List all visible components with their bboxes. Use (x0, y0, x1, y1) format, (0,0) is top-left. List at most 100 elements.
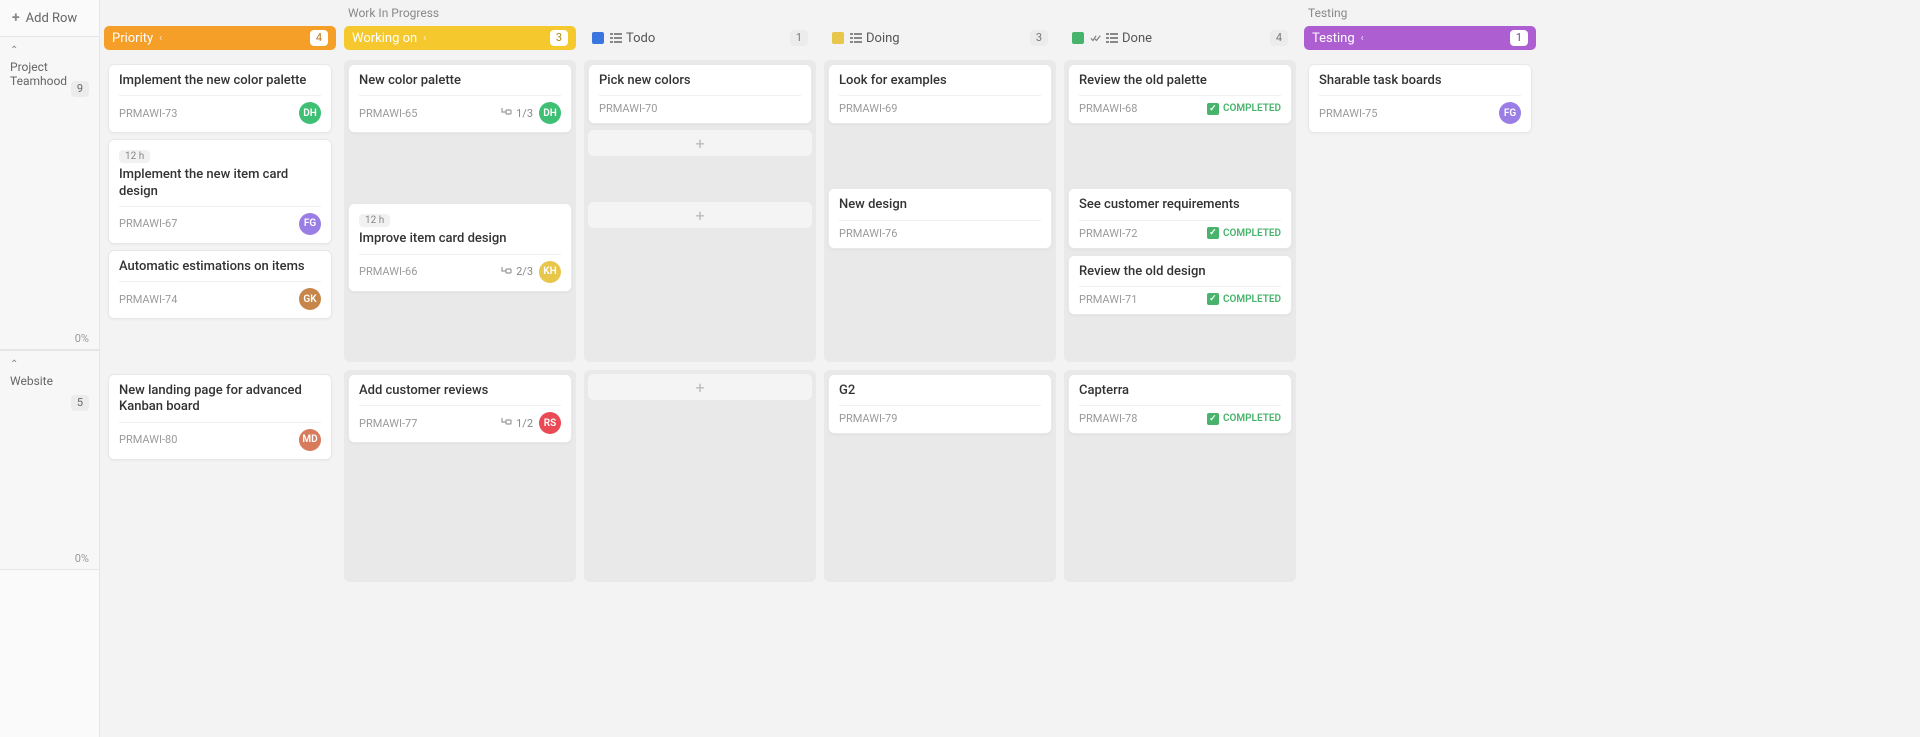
column-header-doing[interactable]: Doing 3 (824, 26, 1056, 50)
swimlane-cell[interactable]: + (580, 366, 820, 586)
list-icon (850, 32, 862, 44)
kanban-board: + Add Row ⌃ Project Teamhood 9 0% ⌃ Webs… (0, 0, 1920, 737)
card-title: New color palette (359, 73, 561, 89)
assignee-avatar[interactable]: FG (1499, 102, 1521, 124)
assignee-avatar[interactable]: GK (299, 288, 321, 310)
assignee-avatar[interactable]: DH (539, 102, 561, 124)
card-id: PRMAWI-66 (359, 265, 417, 278)
column-count: 1 (790, 30, 808, 46)
task-card[interactable]: 12 h Implement the new item card design PR… (108, 139, 332, 244)
column-working-on: Working on ‹ 3 New color palette PRMAWI-6… (340, 26, 580, 586)
card-title: Implement the new color palette (119, 73, 321, 89)
check-icon: ✓ (1207, 227, 1219, 239)
swimlane-cell[interactable]: G2PRMAWI-79 (820, 366, 1060, 586)
card-title: Implement the new item card design (119, 167, 321, 200)
swimlane-cell[interactable]: New landing page for advanced Kanban boa… (100, 366, 340, 586)
column-header-todo[interactable]: Todo 1 (584, 26, 816, 50)
task-card[interactable]: Review the old design PRMAWI-71 ✓COMPLETED (1068, 255, 1292, 315)
task-card[interactable]: Add customer reviewsPRMAWI-771/2RS (348, 374, 572, 443)
task-card[interactable]: 12 hImprove item card designPRMAWI-662/3… (348, 203, 572, 291)
add-row-label: Add Row (26, 11, 78, 26)
swimlane-cell[interactable]: Look for examples PRMAWI-69 New designPRMA… (820, 56, 1060, 366)
swimlane-cell[interactable]: Review the old palettePRMAWI-68✓COMPLETE… (1060, 56, 1300, 366)
completed-badge: ✓COMPLETED (1207, 293, 1281, 305)
column-title: Priority (112, 31, 153, 46)
card-id: PRMAWI-72 (1079, 227, 1137, 240)
column-header-testing[interactable]: Testing ‹ 1 (1304, 26, 1536, 50)
task-card[interactable]: Pick new colorsPRMAWI-70 (588, 64, 812, 124)
card-title: Review the old palette (1079, 73, 1281, 89)
card-title: Review the old design (1079, 264, 1281, 280)
card-id: PRMAWI-65 (359, 107, 417, 120)
column-header-working[interactable]: Working on ‹ 3 (344, 26, 576, 50)
collapse-row-icon[interactable]: ⌃ (10, 359, 89, 370)
check-icon: ✓ (1207, 103, 1219, 115)
card-id: PRMAWI-77 (359, 417, 417, 430)
column-priority: Priority ‹ 4 Implement the new color pal… (100, 0, 340, 737)
assignee-avatar[interactable]: FG (299, 213, 321, 235)
card-id: PRMAWI-69 (839, 102, 897, 115)
subtask-count: 2/3 (500, 265, 533, 278)
task-card[interactable]: See customer requirementsPRMAWI-72✓COMPL… (1068, 188, 1292, 248)
column-count: 3 (1030, 30, 1048, 46)
column-count: 4 (1270, 30, 1288, 46)
swimlane-cell[interactable]: CapterraPRMAWI-78✓COMPLETED (1060, 366, 1300, 586)
swimlane-cell[interactable]: Pick new colorsPRMAWI-70 + + (580, 56, 820, 366)
column-count: 4 (310, 30, 328, 46)
assignee-avatar[interactable]: KH (539, 261, 561, 283)
swimlane-cell[interactable]: New color palettePRMAWI-651/3DH12 hImpro… (340, 56, 580, 366)
card-title: Capterra (1079, 383, 1281, 399)
row-progress: 0% (75, 332, 89, 345)
task-card[interactable]: CapterraPRMAWI-78✓COMPLETED (1068, 374, 1292, 434)
card-id: PRMAWI-67 (119, 217, 177, 230)
status-color-square (832, 32, 844, 44)
task-card[interactable]: Look for examples PRMAWI-69 (828, 64, 1052, 124)
add-card-button[interactable]: + (588, 130, 812, 156)
assignee-avatar[interactable]: RS (539, 412, 561, 434)
task-card[interactable]: Automatic estimations on itemsPRMAWI-74G… (108, 250, 332, 319)
swimlane-cell[interactable]: Implement the new color palettePRMAWI-73… (100, 56, 340, 366)
row-label-project-teamhood[interactable]: ⌃ Project Teamhood 9 0% (0, 36, 99, 350)
row-count-badge: 5 (71, 395, 89, 411)
completed-badge: ✓COMPLETED (1207, 103, 1281, 115)
column-header-done[interactable]: Done 4 (1064, 26, 1296, 50)
column-done: Done 4 Review the old palettePRMAWI-68✓C… (1060, 26, 1300, 586)
task-card[interactable]: Implement the new color palettePRMAWI-73… (108, 64, 332, 133)
group-header-wip: Work In Progress (340, 0, 1300, 26)
card-title: Improve item card design (359, 231, 561, 247)
add-row-button[interactable]: + Add Row (0, 0, 99, 36)
card-title: Look for examples (839, 73, 1041, 89)
card-id: PRMAWI-80 (119, 433, 177, 446)
task-card[interactable]: Sharable task boardsPRMAWI-75FG (1308, 64, 1532, 133)
column-header-priority[interactable]: Priority ‹ 4 (104, 26, 336, 50)
plus-icon: + (12, 10, 20, 26)
row-progress: 0% (75, 552, 89, 565)
card-title: Pick new colors (599, 73, 801, 89)
task-card[interactable]: New designPRMAWI-76 (828, 188, 1052, 248)
add-card-button[interactable]: + (588, 202, 812, 228)
chevron-left-icon: ‹ (1361, 33, 1364, 44)
swimlane-cell[interactable]: Add customer reviewsPRMAWI-771/2RS (340, 366, 580, 586)
assignee-avatar[interactable]: DH (299, 102, 321, 124)
swimlane-cell[interactable]: Sharable task boardsPRMAWI-75FG (1300, 56, 1540, 366)
card-id: PRMAWI-71 (1079, 293, 1137, 306)
task-card[interactable]: New landing page for advanced Kanban boa… (108, 374, 332, 460)
task-card[interactable]: New color palette PRMAWI-65 1/3 DH (348, 64, 572, 133)
subtask-count: 1/2 (500, 417, 533, 430)
task-card[interactable]: G2PRMAWI-79 (828, 374, 1052, 434)
column-title: Working on (352, 31, 417, 46)
card-id: PRMAWI-75 (1319, 107, 1377, 120)
completed-badge: ✓COMPLETED (1207, 413, 1281, 425)
time-estimate-chip: 12 h (119, 150, 150, 163)
column-count: 3 (550, 30, 568, 46)
assignee-avatar[interactable]: MD (299, 429, 321, 451)
collapse-row-icon[interactable]: ⌃ (10, 45, 89, 56)
add-card-button[interactable]: + (588, 374, 812, 400)
subtask-count: 1/3 (500, 107, 533, 120)
column-testing: Testing Testing ‹ 1 Sharable task boards… (1300, 0, 1540, 737)
chevron-left-icon: ‹ (423, 33, 426, 44)
card-id: PRMAWI-76 (839, 227, 897, 240)
task-card[interactable]: Review the old palettePRMAWI-68✓COMPLETE… (1068, 64, 1292, 124)
row-label-website[interactable]: ⌃ Website 5 0% (0, 350, 99, 570)
swimlane-cell[interactable] (1300, 366, 1540, 586)
